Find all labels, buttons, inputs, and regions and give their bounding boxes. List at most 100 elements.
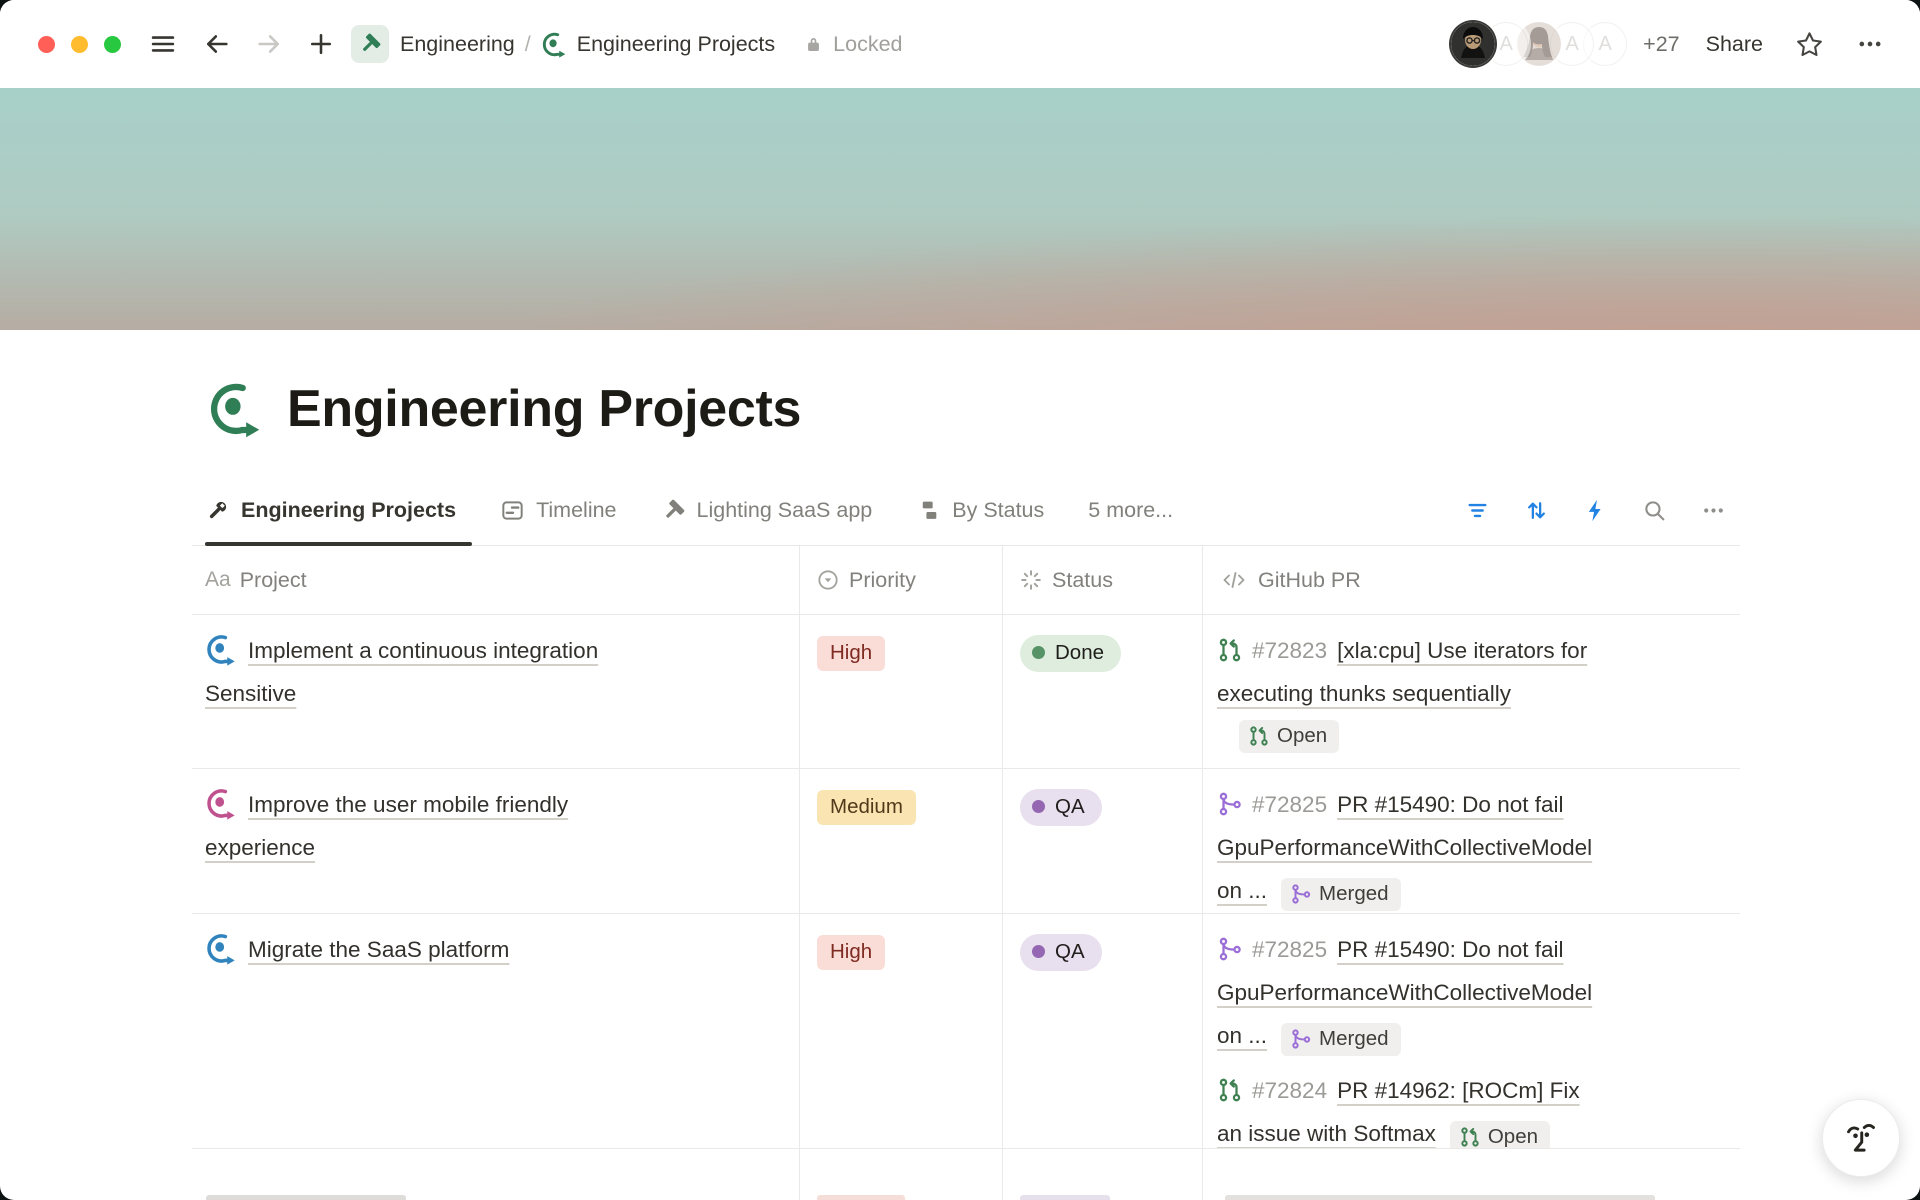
column-header-status[interactable]: Status	[1003, 546, 1203, 614]
pr-entry[interactable]: #72823[xla:cpu] Use iterators forexecuti…	[1217, 629, 1724, 761]
view-tab-by-status[interactable]: By Status	[916, 476, 1044, 545]
aa-icon: Aa	[205, 568, 231, 592]
pr-status-badge: Open	[1450, 1121, 1550, 1149]
column-label: Status	[1052, 568, 1113, 593]
github-pr-cell[interactable]: #72825PR #15490: Do not failGpuPerforman…	[1203, 769, 1740, 914]
page-title[interactable]: Engineering Projects	[287, 379, 801, 439]
project-title-link[interactable]: Migrate the SaaS platform	[248, 937, 509, 962]
avatar-overflow-count[interactable]: +27	[1643, 32, 1679, 57]
new-tab-icon[interactable]	[307, 30, 335, 58]
project-title-link[interactable]: Improve the user mobile friendlyexperien…	[205, 792, 568, 860]
pr-entry[interactable]: #72825PR #15490: Do not failGpuPerforman…	[1217, 928, 1724, 1057]
share-button[interactable]: Share	[1706, 32, 1763, 57]
sort-icon[interactable]	[1524, 498, 1549, 523]
database-view-bar: Engineering Projects Timeline Lighting Saa…	[192, 476, 1740, 546]
view-tab-timeline[interactable]: Timeline	[500, 476, 616, 545]
priority-tag: Medium	[817, 790, 916, 825]
pr-entry[interactable]: #72824PR #14962: [ROCm] Fixan issue with…	[1217, 1069, 1724, 1149]
status-cell[interactable]: QA	[1003, 769, 1203, 914]
column-header-priority[interactable]: Priority	[800, 546, 1003, 614]
project-cyclone-icon	[205, 633, 238, 666]
traffic-lights	[38, 36, 121, 53]
close-window-button[interactable]	[38, 36, 55, 53]
priority-tag: High	[817, 935, 885, 970]
hammer-icon	[661, 498, 686, 523]
favorite-star-icon[interactable]	[1795, 30, 1824, 59]
select-icon	[816, 568, 840, 592]
tab-label: By Status	[952, 498, 1044, 523]
sidebar-toggle-icon[interactable]	[149, 30, 177, 58]
clipped-pr-text	[1225, 1195, 1655, 1200]
priority-cell[interactable]: Medium	[800, 769, 1003, 914]
view-tab-lighting-saas-app[interactable]: Lighting SaaS app	[661, 476, 873, 545]
tab-label: Engineering Projects	[241, 498, 456, 523]
lightning-icon[interactable]	[1583, 498, 1608, 523]
back-icon[interactable]	[203, 30, 231, 58]
view-tab-engineering-projects[interactable]: Engineering Projects	[205, 476, 456, 545]
page-content: Engineering Projects Engineering Project…	[192, 330, 1740, 1200]
workspace-hammer-icon[interactable]	[351, 25, 389, 63]
more-icon[interactable]	[1701, 498, 1726, 523]
tab-label: Timeline	[536, 498, 616, 523]
forward-icon[interactable]	[255, 30, 283, 58]
avatar[interactable]	[1451, 22, 1495, 66]
priority-cell[interactable]: High	[800, 914, 1003, 1149]
locked-indicator[interactable]: Locked	[803, 32, 902, 57]
status-icon	[1019, 568, 1043, 592]
pr-status-badge: Merged	[1281, 878, 1401, 911]
locked-label: Locked	[833, 32, 902, 57]
breadcrumb-page[interactable]: Engineering Projects	[577, 32, 775, 57]
clipped-priority-tag	[817, 1195, 905, 1200]
priority-cell[interactable]: High	[800, 615, 1003, 769]
status-dot	[1032, 945, 1045, 958]
wrench-icon	[205, 498, 230, 523]
notion-ai-button[interactable]	[1822, 1099, 1900, 1177]
column-header-project[interactable]: AaProject	[192, 546, 800, 614]
column-header-github-pr[interactable]: GitHub PR	[1203, 546, 1740, 614]
status-label: QA	[1055, 795, 1085, 819]
status-cell[interactable]: QA	[1003, 914, 1203, 1149]
breadcrumb-separator: /	[525, 32, 531, 57]
pr-status-badge: Merged	[1281, 1023, 1401, 1056]
search-icon[interactable]	[1642, 498, 1667, 523]
page-cover-image	[0, 88, 1920, 330]
status-cell[interactable]: Done	[1003, 615, 1203, 769]
clipped-next-row	[192, 1149, 1740, 1200]
breadcrumb-cyclone-icon	[541, 31, 568, 58]
page-title-cyclone-icon[interactable]	[207, 380, 265, 438]
avatar-stack[interactable]: AAA	[1451, 22, 1627, 66]
pr-number: #72823	[1252, 638, 1327, 663]
app-window: Engineering / Engineering Projects Locke…	[0, 0, 1920, 1200]
github-pr-cell[interactable]: #72823[xla:cpu] Use iterators forexecuti…	[1203, 615, 1740, 769]
merge-icon	[1290, 1028, 1312, 1050]
merge-icon	[1217, 791, 1243, 817]
filter-icon[interactable]	[1465, 498, 1490, 523]
projects-table: AaProjectPriority Status GitHub PR Impleme…	[192, 546, 1740, 1200]
pr-entry[interactable]: #72825PR #15490: Do not failGpuPerforman…	[1217, 783, 1724, 912]
view-tab-5-more[interactable]: 5 more...	[1088, 476, 1173, 545]
status-tag: QA	[1020, 934, 1102, 971]
fullscreen-window-button[interactable]	[104, 36, 121, 53]
status-dot	[1032, 646, 1045, 659]
lock-icon	[803, 34, 824, 55]
minimize-window-button[interactable]	[71, 36, 88, 53]
status-cell	[1003, 1149, 1203, 1200]
github-pr-cell[interactable]: #72825PR #15490: Do not failGpuPerforman…	[1203, 914, 1740, 1149]
tab-label: 5 more...	[1088, 498, 1173, 523]
table-header-row: AaProjectPriority Status GitHub PR	[192, 546, 1740, 615]
window-titlebar: Engineering / Engineering Projects Locke…	[0, 0, 1920, 88]
project-cell[interactable]: Migrate the SaaS platform	[192, 914, 800, 1149]
github-pr-cell	[1203, 1149, 1740, 1200]
project-cell[interactable]: Improve the user mobile friendlyexperien…	[192, 769, 800, 914]
more-options-icon[interactable]	[1856, 30, 1884, 58]
project-cell	[192, 1149, 800, 1200]
project-cell[interactable]: Implement a continuous integrationSensit…	[192, 615, 800, 769]
pr-status-badge: Open	[1239, 720, 1339, 753]
screen: Engineering / Engineering Projects Locke…	[0, 0, 1920, 1200]
pr-number: #72825	[1252, 792, 1327, 817]
breadcrumb-workspace[interactable]: Engineering	[400, 32, 515, 57]
project-title-link[interactable]: Implement a continuous integrationSensit…	[205, 638, 598, 706]
timeline-icon	[500, 498, 525, 523]
table-row: Implement a continuous integrationSensit…	[192, 615, 1740, 769]
notion-ai-face-icon	[1839, 1116, 1883, 1160]
